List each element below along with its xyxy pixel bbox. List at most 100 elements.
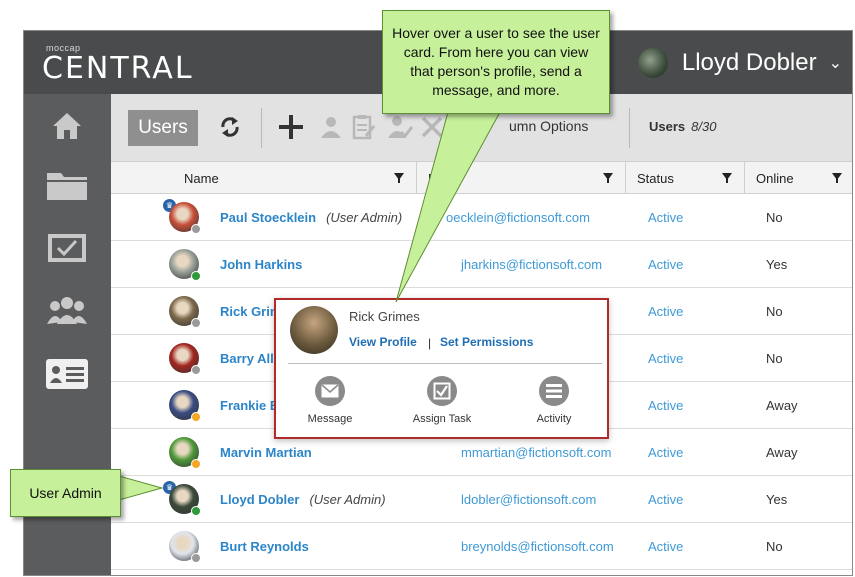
user-name: Marvin Martian (220, 445, 312, 460)
user-name-link[interactable]: Barry Alle (220, 351, 281, 366)
envelope-icon (315, 376, 345, 406)
user-name: Paul Stoecklein (220, 210, 317, 225)
header-label: Online (756, 170, 794, 186)
filter-icon[interactable] (722, 173, 732, 183)
status-text: Active (648, 445, 684, 460)
contact-card-icon[interactable] (46, 354, 88, 394)
folder-icon[interactable] (46, 166, 88, 206)
filter-icon[interactable] (394, 173, 404, 183)
action-label: Assign Task (412, 413, 472, 425)
filter-icon[interactable] (832, 173, 842, 183)
set-permissions-link[interactable]: Set Permissions (440, 335, 533, 349)
user-name: John Harkins (220, 257, 303, 272)
link-separator: | (428, 336, 432, 350)
chevron-down-icon[interactable]: ⌄ (829, 53, 842, 73)
online-text: Away (766, 398, 798, 413)
online-text: Yes (766, 492, 788, 507)
presence-indicator (191, 459, 201, 469)
avatar (290, 306, 338, 354)
status-text: Active (648, 257, 684, 272)
online-text: No (766, 304, 783, 319)
user-settings-icon[interactable] (317, 114, 343, 140)
user-approve-icon[interactable] (387, 114, 413, 140)
logo: CENTRAL (42, 51, 194, 86)
header-name[interactable]: Name (137, 162, 416, 194)
toolbar-divider (629, 108, 630, 148)
table-row[interactable]: ♛ Lloyd Dobler (User Admin) ldobler@fiction… (111, 476, 852, 523)
user-name: Lloyd Dobler (220, 492, 300, 507)
table-row[interactable]: ♛ Paul Stoecklein (User Admin) oecklein@fic… (111, 194, 852, 241)
user-menu[interactable]: Lloyd Dobler ⌄ (637, 31, 852, 94)
user-card: Rick Grimes View Profile | Set Permissio… (274, 298, 609, 439)
email-link[interactable]: breynolds@fictionsoft.com (461, 539, 614, 554)
user-admin-callout: User Admin (10, 469, 121, 517)
table-row[interactable]: John Harkins jharkins@fictionsoft.com Acti… (111, 241, 852, 288)
user-name-link[interactable]: Burt Reynolds (220, 539, 309, 554)
header-email[interactable]: Email (416, 162, 625, 194)
email-link[interactable]: ldobler@fictionsoft.com (461, 492, 596, 507)
action-label: Activity (536, 413, 572, 425)
activity-button[interactable]: Activity (514, 376, 594, 425)
online-text: No (766, 539, 783, 554)
task-icon[interactable] (46, 228, 88, 268)
user-name: Rick Grim (220, 304, 282, 319)
admin-label: (User Admin) (309, 492, 386, 507)
presence-indicator (191, 271, 201, 281)
online-text: Away (766, 445, 798, 460)
view-profile-link[interactable]: View Profile (349, 335, 417, 349)
users-count-value: 8/30 (691, 119, 717, 134)
assign-task-button[interactable]: Assign Task (402, 376, 482, 425)
header-status[interactable]: Status (625, 162, 744, 194)
user-name-link[interactable]: Frankie B (220, 398, 279, 413)
list-icon (539, 376, 569, 406)
tab-users[interactable]: Users (128, 110, 198, 146)
clipboard-edit-icon[interactable] (351, 114, 377, 140)
checkbox-icon (427, 376, 457, 406)
status-text: Active (648, 539, 684, 554)
table-row[interactable]: Burt Reynolds breynolds@fictionsoft.com Ac… (111, 523, 852, 570)
user-name-link[interactable]: John Harkins (220, 257, 302, 272)
online-text: Yes (766, 257, 788, 272)
email-link[interactable]: mmartian@fictionsoft.com (461, 445, 611, 460)
presence-indicator (191, 224, 201, 234)
users-count: Users 8/30 (649, 119, 716, 134)
users-group-icon[interactable] (46, 290, 88, 330)
presence-indicator (191, 365, 201, 375)
current-user-name: Lloyd Dobler (681, 48, 817, 76)
online-text: No (766, 210, 783, 225)
avatar (637, 47, 668, 78)
email-link[interactable]: jharkins@fictionsoft.com (461, 257, 602, 272)
header-label: Email (428, 170, 461, 186)
presence-indicator (191, 412, 201, 422)
close-icon[interactable] (419, 114, 445, 140)
header-online[interactable]: Online (744, 162, 852, 194)
home-icon[interactable] (46, 106, 88, 146)
presence-indicator (191, 318, 201, 328)
add-icon[interactable] (278, 114, 304, 140)
status-text: Active (648, 304, 684, 319)
status-text: Active (648, 351, 684, 366)
filter-icon[interactable] (603, 173, 613, 183)
online-text: No (766, 351, 783, 366)
users-count-label: Users (649, 119, 686, 134)
table-header: Name Email Status Online (111, 162, 852, 194)
presence-indicator (191, 506, 201, 516)
toolbar-divider (261, 108, 262, 148)
user-name-link[interactable]: Marvin Martian (220, 445, 312, 460)
status-text: Active (648, 210, 684, 225)
user-name: Barry Alle (220, 351, 281, 366)
header-label: Status (637, 170, 674, 186)
header-label: Name (184, 170, 219, 186)
message-button[interactable]: Message (290, 376, 370, 425)
user-name-link[interactable]: Paul Stoecklein (User Admin) (220, 210, 402, 225)
user-card-name: Rick Grimes (349, 309, 420, 324)
admin-label: (User Admin) (326, 210, 403, 225)
refresh-icon[interactable] (217, 114, 243, 140)
email-link[interactable]: oecklein@fictionsoft.com (446, 210, 590, 225)
presence-indicator (191, 553, 201, 563)
column-options-button[interactable]: umn Options (509, 118, 588, 134)
user-name-link[interactable]: Rick Grim (220, 304, 281, 319)
user-name: Frankie B (220, 398, 280, 413)
user-name-link[interactable]: Lloyd Dobler (User Admin) (220, 492, 386, 507)
action-label: Message (307, 413, 353, 425)
